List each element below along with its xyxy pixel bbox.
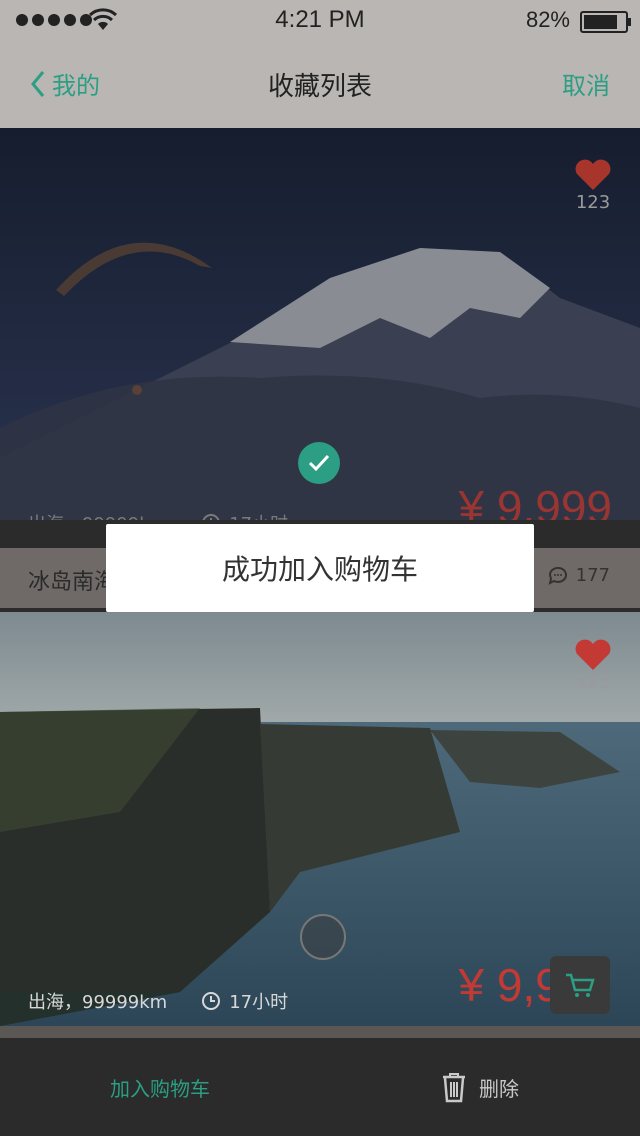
page-title: 收藏列表: [267, 72, 372, 102]
navigation-bar: 我的 收藏列表 取消: [0, 40, 640, 128]
toast-message: 成功加入购物车: [106, 524, 534, 612]
bottom-action-bar: 加入购物车 删除: [0, 1038, 640, 1136]
selected-checkbox[interactable]: [298, 442, 340, 484]
location-text: 出海，99999km: [28, 992, 168, 1013]
price: ¥ 9,999: [458, 481, 612, 520]
status-bar: 4:21 PM 82%: [0, 0, 640, 40]
shopping-cart-icon: [566, 973, 595, 997]
clock-icon: [202, 514, 220, 520]
like-count: 123: [575, 672, 611, 693]
battery-percent: 82%: [525, 7, 570, 32]
favorite-card[interactable]: 123 出海，99999km 17小时 ¥ 9,999: [0, 128, 640, 520]
comment-count-text: 177: [575, 565, 610, 586]
item-title: 冰岛南海: [28, 570, 117, 595]
item-meta: 出海，99999km 17小时: [28, 988, 288, 1014]
battery-icon: [580, 11, 631, 33]
favorite-card[interactable]: 123 出海，99999km 17小时 ¥ 9,999: [0, 612, 640, 1026]
item-meta: 出海，99999km 17小时: [28, 510, 288, 520]
delete-label: 删除: [479, 1076, 519, 1101]
like-control[interactable]: 123: [574, 638, 612, 693]
trash-icon: [443, 1073, 465, 1103]
comment-count: 177: [548, 565, 610, 586]
duration-text: 17小时: [229, 510, 288, 520]
like-count: 123: [575, 192, 611, 213]
heart-icon: [575, 639, 611, 670]
duration-text: 17小时: [229, 992, 289, 1013]
cart-button[interactable]: [550, 956, 610, 1014]
delete-button[interactable]: 删除: [320, 1038, 640, 1136]
add-to-cart-button[interactable]: 加入购物车: [0, 1038, 320, 1136]
comment-icon: [548, 566, 567, 585]
checkmark-icon: [308, 454, 330, 472]
heart-icon: [575, 159, 611, 190]
clock-icon: [202, 992, 221, 1010]
like-control[interactable]: 123: [574, 158, 612, 213]
location-text: 出海，99999km: [28, 510, 167, 520]
divider: [0, 1026, 640, 1038]
cancel-button[interactable]: 取消: [562, 66, 610, 101]
unselected-checkbox[interactable]: [300, 914, 346, 960]
